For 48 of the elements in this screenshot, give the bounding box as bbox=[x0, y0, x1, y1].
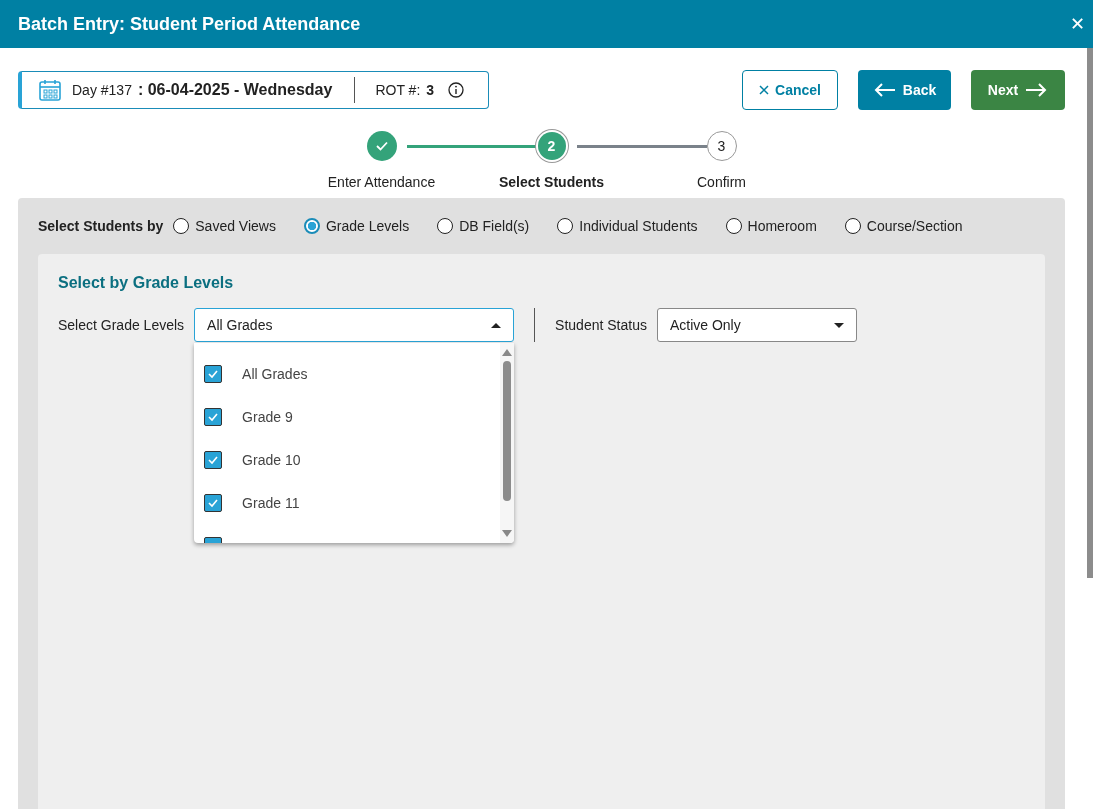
radio-option[interactable]: Grade Levels bbox=[303, 218, 410, 234]
option-label[interactable]: Grade 9 bbox=[242, 408, 293, 425]
rot-label: ROT #: bbox=[375, 82, 421, 98]
day-label: Day #137 bbox=[72, 82, 132, 98]
next-button[interactable]: Next bbox=[971, 70, 1065, 110]
window-title: Batch Entry: Student Period Attendance bbox=[18, 13, 361, 35]
check-icon bbox=[207, 497, 220, 508]
caret-icon bbox=[833, 322, 844, 328]
back-button[interactable]: Back bbox=[858, 70, 951, 110]
select-by-label: Select Students by bbox=[38, 218, 164, 234]
step-indicator: 3 bbox=[706, 131, 737, 161]
checkbox[interactable] bbox=[204, 364, 223, 383]
close-button[interactable]: ✕ bbox=[1070, 13, 1085, 35]
cancel-button[interactable]: Cancel bbox=[742, 70, 838, 110]
info-icon[interactable] bbox=[448, 82, 465, 98]
step-label: Confirm bbox=[697, 174, 746, 190]
check-icon bbox=[207, 454, 220, 465]
check-icon bbox=[375, 141, 388, 151]
arrow-right-icon bbox=[1024, 82, 1049, 98]
radio-option[interactable]: Individual Students bbox=[557, 218, 698, 234]
status-select[interactable]: Active Only bbox=[656, 308, 857, 342]
step-indicator: 2 bbox=[537, 132, 566, 160]
checkbox[interactable] bbox=[204, 407, 223, 426]
arrow-left-icon bbox=[872, 82, 897, 98]
close-icon bbox=[759, 85, 770, 95]
field-label: Select Grade Levels bbox=[58, 317, 185, 333]
calendar-icon bbox=[38, 78, 62, 102]
grade-select[interactable]: All Grades bbox=[194, 308, 515, 342]
checkbox[interactable] bbox=[204, 493, 223, 512]
radio-option[interactable]: Course/Section bbox=[844, 218, 963, 234]
scrollbar[interactable] bbox=[500, 343, 515, 543]
option-label[interactable]: Grade 10 bbox=[242, 451, 301, 468]
caret-icon bbox=[491, 322, 502, 328]
section-title: Select by Grade Levels bbox=[58, 274, 235, 292]
radio-option[interactable]: Saved Views bbox=[173, 218, 276, 234]
radio-option[interactable]: DB Field(s) bbox=[437, 218, 530, 234]
check-icon bbox=[207, 368, 220, 379]
date-text: : 06-04-2025 - Wednesday bbox=[137, 81, 333, 99]
rot-value: 3 bbox=[426, 82, 435, 98]
check-icon bbox=[207, 411, 220, 422]
checkbox[interactable] bbox=[204, 450, 223, 469]
step-label: Enter Attendance bbox=[327, 174, 436, 190]
option-label[interactable]: Grade 11 bbox=[242, 494, 300, 511]
radio-option[interactable]: Homeroom bbox=[725, 218, 817, 234]
page-scrollbar[interactable] bbox=[1087, 48, 1093, 578]
field-label: Student Status bbox=[555, 317, 647, 333]
option-label[interactable]: All Grades bbox=[242, 365, 308, 382]
step-label: Select Students bbox=[499, 174, 604, 190]
